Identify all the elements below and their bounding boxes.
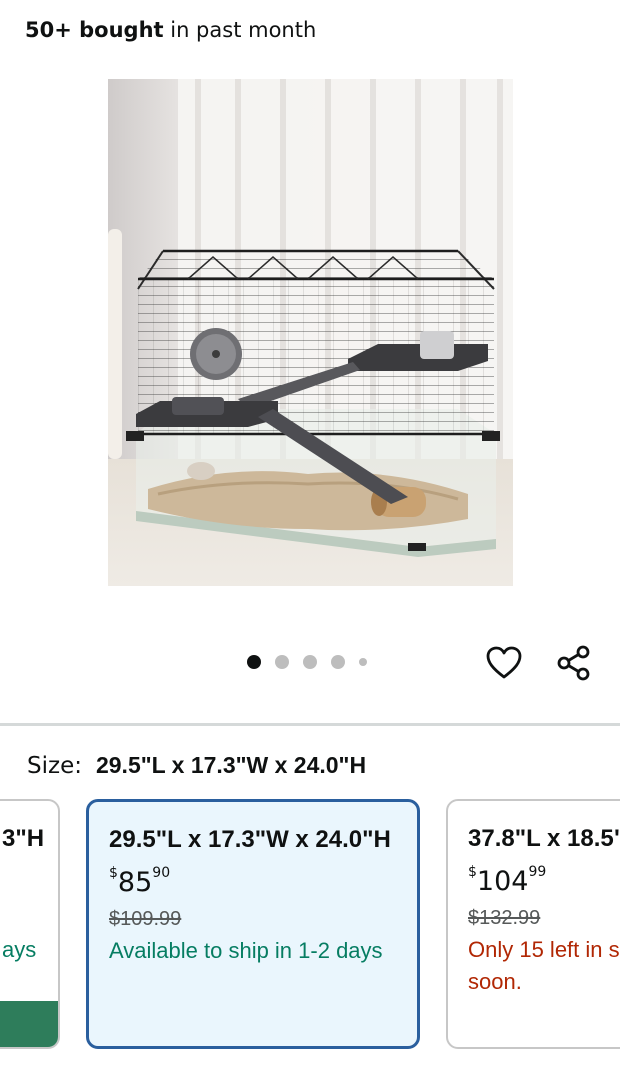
size-label: Size: [27,753,82,779]
carousel-dot[interactable] [359,658,367,666]
size-option-list-price: $109.99 [109,908,182,930]
size-selected-value: 29.5"L x 17.3"W x 24.0"H [95,752,367,778]
size-option-card[interactable]: 3"H ays [0,799,60,1049]
price-currency: $ [109,865,118,881]
section-divider [0,723,620,726]
share-button[interactable] [554,643,594,683]
size-selector-header: Size: 29.5"L x 17.3"W x 24.0"H [27,752,366,779]
size-option-card[interactable]: 37.8"L x 18.5" $10499 $132.99 Only 15 le… [446,799,620,1049]
availability-line-1: Only 15 left in s [468,937,620,962]
carousel-dot-active[interactable] [247,655,261,669]
bought-count: 50+ bought [25,18,164,42]
carousel-dot[interactable] [331,655,345,669]
size-option-availability: Only 15 left in s soon. [468,934,620,998]
size-option-title: 29.5"L x 17.3"W x 24.0"H [109,826,391,853]
size-option-list-price: $132.99 [468,907,541,929]
share-icon [557,645,590,681]
favorite-button[interactable] [484,643,524,683]
price-whole: 85 [117,867,153,898]
cage-illustration [108,79,513,586]
size-option-price: $8590 [109,865,171,898]
size-option-footer [0,1001,58,1047]
carousel-dot[interactable] [275,655,289,669]
carousel-indicator[interactable] [247,655,367,669]
size-option-price: $10499 [468,864,547,897]
product-image[interactable] [108,79,513,586]
size-option-title: 37.8"L x 18.5" [468,825,620,852]
price-cents: 99 [528,864,547,880]
size-option-card-selected[interactable]: 29.5"L x 17.3"W x 24.0"H $8590 $109.99 A… [86,799,420,1049]
bought-period: in past month [163,18,317,42]
size-option-title: 3"H [2,825,45,852]
size-option-availability: Available to ship in 1-2 days [109,938,383,963]
price-whole: 104 [476,866,529,897]
price-cents: 90 [152,865,171,881]
heart-outline-icon [486,646,522,679]
availability-line-2: soon. [468,969,522,994]
social-proof: 50+ bought in past month [25,18,316,42]
price-currency: $ [468,864,477,880]
size-option-availability: ays [2,937,37,962]
carousel-dot[interactable] [303,655,317,669]
